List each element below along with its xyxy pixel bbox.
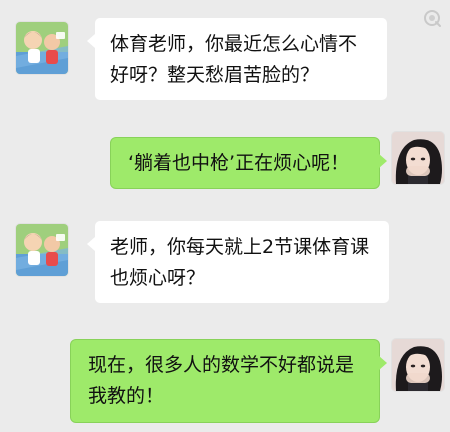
message-text: 老师，你每天就上2节课体育课也烦心呀？ [110,236,370,289]
message-bubble-received[interactable]: 老师，你每天就上2节课体育课也烦心呀？ [87,220,390,304]
message-bubble-received[interactable]: 体育老师，你最近怎么心情不好呀？整天愁眉苦脸的？ [87,17,388,101]
girl-photo-avatar-icon [392,132,444,184]
message-text: ‘躺着也中枪’正在烦心呢！ [128,152,350,174]
message-text: 现在，很多人的数学不好都说是我教的！ [88,354,355,407]
cartoon-teacher-avatar-icon [16,22,68,74]
message-bubble-sent[interactable]: 现在，很多人的数学不好都说是我教的！ [70,339,387,423]
cartoon-teacher-avatar-icon [16,224,68,276]
teacher-avatar[interactable] [16,22,68,74]
girl-photo-avatar-icon [392,339,444,391]
camera-lens-icon [422,8,442,28]
student-avatar[interactable] [392,339,444,391]
teacher-avatar[interactable] [16,224,68,276]
message-text: 体育老师，你最近怎么心情不好呀？整天愁眉苦脸的？ [110,33,358,86]
message-bubble-sent[interactable]: ‘躺着也中枪’正在烦心呢！ [110,137,387,189]
chat-screen: 体育老师，你最近怎么心情不好呀？整天愁眉苦脸的？ ‘躺着也中枪’正在烦心呢！ 老… [0,0,450,432]
student-avatar[interactable] [392,132,444,184]
